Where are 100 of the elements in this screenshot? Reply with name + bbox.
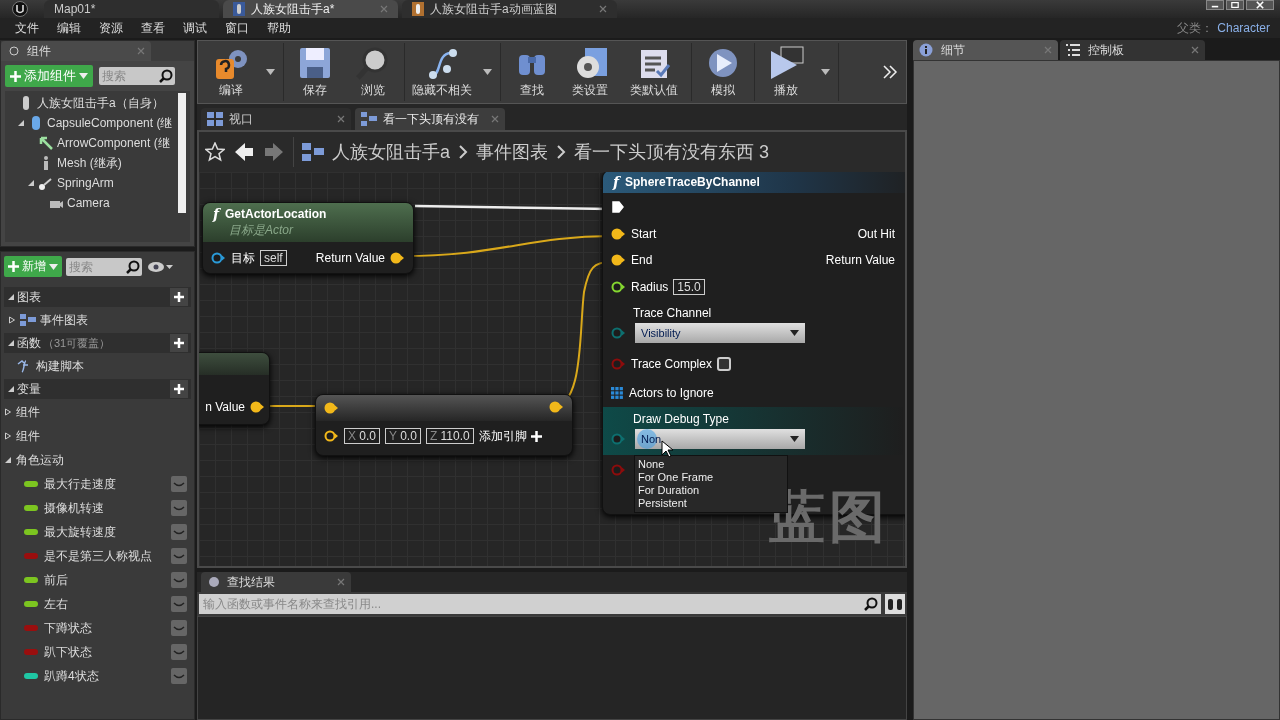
visibility-toggle-icon[interactable] xyxy=(171,596,187,612)
add-pin-button[interactable]: 添加引脚 xyxy=(478,427,542,445)
visibility-toggle-icon[interactable] xyxy=(171,620,187,636)
menu-item[interactable]: 编辑 xyxy=(48,19,90,37)
menu-item[interactable]: 文件 xyxy=(6,19,48,37)
vector-component-field[interactable]: Z 110.0 xyxy=(425,428,474,444)
toolbar-button[interactable]: 类设置 xyxy=(561,43,619,101)
enum-dropdown[interactable]: Visibility xyxy=(635,323,805,343)
forward-arrow-icon[interactable] xyxy=(263,142,285,162)
breadcrumb-link[interactable]: 人族女阻击手a xyxy=(332,140,450,164)
graph-item[interactable]: 事件图表 xyxy=(40,311,88,329)
panel-tab[interactable]: 细节 xyxy=(913,40,1058,60)
visibility-toggle-icon[interactable] xyxy=(171,548,187,564)
pin-icon[interactable] xyxy=(324,430,339,442)
menu-item[interactable]: 调试 xyxy=(174,19,216,37)
collapsed-arrow-icon[interactable] xyxy=(8,316,16,324)
variable-item[interactable]: 最大行走速度 xyxy=(44,475,116,493)
variable-item[interactable]: 最大旋转速度 xyxy=(44,523,116,541)
pin-icon[interactable] xyxy=(611,228,626,240)
breadcrumb-link[interactable]: 事件图表 xyxy=(476,140,548,164)
dropdown-option[interactable]: For One Frame xyxy=(638,471,784,484)
more-icon[interactable] xyxy=(882,64,898,80)
pin-icon[interactable] xyxy=(549,400,564,413)
search-field[interactable]: 搜索 xyxy=(99,67,157,85)
expanded-arrow-icon[interactable] xyxy=(17,119,25,127)
dropdown-option[interactable]: For Duration xyxy=(638,484,784,497)
exec-pin-icon[interactable] xyxy=(611,200,625,214)
add-icon[interactable] xyxy=(170,334,188,352)
variable-item[interactable]: 左右 xyxy=(44,595,68,613)
menu-item[interactable]: 帮助 xyxy=(258,19,300,37)
panel-tab[interactable]: 组件 xyxy=(1,41,151,61)
toolbar-button[interactable]: 浏览 xyxy=(344,43,402,101)
pin-icon[interactable] xyxy=(324,402,339,414)
array-pin-icon[interactable] xyxy=(611,386,624,400)
variable-category[interactable]: 组件 xyxy=(16,403,40,421)
close-icon[interactable] xyxy=(1246,0,1274,10)
document-tab[interactable]: Map01* xyxy=(44,0,219,18)
visibility-toggle-icon[interactable] xyxy=(171,500,187,516)
search-field[interactable]: 搜索 xyxy=(66,257,124,276)
close-icon[interactable] xyxy=(337,115,345,123)
add-icon[interactable] xyxy=(170,288,188,306)
get-actor-location-node[interactable]: f GetActorLocation 目标是Actor 目标 self Return Value xyxy=(202,202,414,274)
collapsed-arrow-icon[interactable] xyxy=(4,408,12,416)
vector-component-field[interactable]: X 0.0 xyxy=(344,428,381,444)
variable-item[interactable]: 是不是第三人称视点 xyxy=(44,547,152,565)
tree-item[interactable]: Mesh (继承) xyxy=(57,154,122,172)
pin-icon[interactable] xyxy=(611,254,626,266)
breadcrumb-link[interactable]: 看一下头顶有没有东西 3 xyxy=(574,140,770,164)
expanded-arrow-icon[interactable] xyxy=(27,179,35,187)
tree-item[interactable]: ArrowComponent (继 xyxy=(57,134,170,152)
maximize-icon[interactable] xyxy=(1226,0,1244,10)
visibility-toggle-icon[interactable] xyxy=(171,476,187,492)
back-arrow-icon[interactable] xyxy=(233,142,255,162)
close-icon[interactable] xyxy=(599,5,607,13)
dropdown-option[interactable]: None xyxy=(638,458,784,471)
parent-class-link[interactable]: Character xyxy=(1217,21,1270,35)
pin-icon[interactable] xyxy=(211,252,226,264)
make-vector-node[interactable]: X 0.0 Y 0.0 Z 110.0 添加引脚 xyxy=(315,394,573,456)
visibility-toggle-icon[interactable] xyxy=(171,668,187,684)
toolbar-button[interactable]: 保存 xyxy=(286,43,344,101)
variable-item[interactable]: 前后 xyxy=(44,571,68,589)
function-node[interactable]: n Value xyxy=(199,352,270,425)
editor-tab[interactable]: 看一下头顶有没有 xyxy=(355,108,505,130)
editor-tab[interactable]: 视口 xyxy=(201,108,351,130)
scrollbar[interactable] xyxy=(178,93,186,213)
document-tab[interactable]: 人族女阻击手a动画蓝图 xyxy=(402,0,617,18)
expanded-arrow-icon[interactable] xyxy=(7,385,15,393)
menu-item[interactable]: 窗口 xyxy=(216,19,258,37)
toolbar-button[interactable]: 编译 xyxy=(202,43,260,101)
toolbar-button[interactable]: 隐藏不相关 xyxy=(407,43,477,101)
visibility-toggle-icon[interactable] xyxy=(171,572,187,588)
variable-item[interactable]: 趴下状态 xyxy=(44,643,92,661)
visibility-toggle-icon[interactable] xyxy=(171,644,187,660)
find-search-field[interactable]: 输入函数或事件名称来查找引用... xyxy=(199,594,861,614)
toolbar-button[interactable]: 查找 xyxy=(503,43,561,101)
pin-icon[interactable] xyxy=(390,252,405,264)
tree-item[interactable]: SpringArm xyxy=(57,176,114,190)
toolbar-button[interactable]: 类默认值 xyxy=(619,43,689,101)
dropdown-option[interactable]: Persistent xyxy=(638,497,784,510)
function-item[interactable]: 构建脚本 xyxy=(36,357,84,375)
radius-field[interactable]: 15.0 xyxy=(673,279,705,295)
minimize-icon[interactable] xyxy=(1206,0,1224,10)
variable-item[interactable]: 趴蹲4状态 xyxy=(44,667,99,685)
enum-dropdown[interactable]: Non xyxy=(635,429,805,449)
checkbox[interactable] xyxy=(716,357,731,371)
binoculars-icon[interactable] xyxy=(885,594,905,614)
tree-item[interactable]: 人族女阻击手a（自身） xyxy=(37,94,164,112)
star-icon[interactable] xyxy=(205,142,225,162)
variable-category[interactable]: 角色运动 xyxy=(16,451,64,469)
add-icon[interactable] xyxy=(170,380,188,398)
variable-item[interactable]: 摄像机转速 xyxy=(44,499,104,517)
pin-icon[interactable] xyxy=(611,281,626,293)
panel-tab[interactable]: 控制板 xyxy=(1060,40,1205,60)
eye-icon[interactable] xyxy=(148,260,174,273)
dropdown-menu[interactable]: None For One Frame For Duration Persistent xyxy=(634,455,788,513)
vector-component-field[interactable]: Y 0.0 xyxy=(385,428,421,444)
target-field[interactable]: self xyxy=(260,250,287,266)
pin-icon[interactable] xyxy=(250,401,265,413)
panel-tab[interactable]: 查找结果 xyxy=(201,572,351,592)
toolbar-button[interactable]: 模拟 xyxy=(694,43,752,101)
